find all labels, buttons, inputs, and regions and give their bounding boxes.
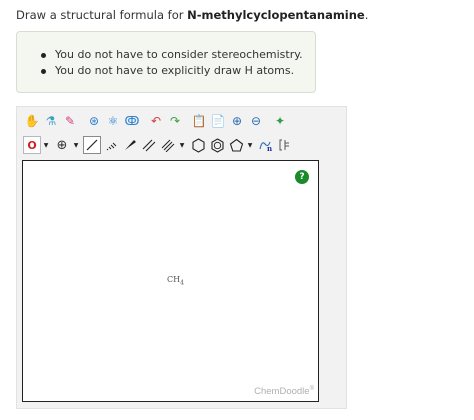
chemdoodle-watermark: ChemDoodle® bbox=[254, 385, 314, 397]
copy-icon[interactable]: 📄 bbox=[209, 112, 227, 130]
bracket-icon[interactable] bbox=[276, 136, 294, 154]
toolbar-row-main: ✋ ⚗ ✎ ⊛ ⚛ ↂ ↶ ↷ 📋 📄 ⊕ ⊖ ✦ bbox=[23, 111, 290, 131]
hint-list: You do not have to consider stereochemis… bbox=[39, 47, 303, 79]
charge-button[interactable]: ⊕ bbox=[53, 136, 71, 154]
triple-bond-icon[interactable] bbox=[159, 136, 177, 154]
hint-item: You do not have to consider stereochemis… bbox=[39, 47, 303, 63]
bond-dropdown-icon[interactable]: ▼ bbox=[178, 136, 186, 154]
zoom-in-icon[interactable]: ⊕ bbox=[228, 112, 246, 130]
chemdoodle-sketcher: ✋ ⚗ ✎ ⊛ ⚛ ↂ ↶ ↷ 📋 📄 ⊕ ⊖ ✦ O ▼ ⊕ ▼ ▼ ▼ n … bbox=[16, 106, 347, 409]
hand-icon[interactable]: ✋ bbox=[23, 112, 41, 130]
hashed-bond-icon[interactable] bbox=[102, 136, 120, 154]
cleanup-3d-icon[interactable]: ↂ bbox=[123, 112, 141, 130]
paste-icon[interactable]: 📋 bbox=[190, 112, 208, 130]
single-bond-icon[interactable] bbox=[83, 136, 101, 154]
atom-label-button[interactable]: O bbox=[23, 136, 41, 154]
atom-dropdown-icon[interactable]: ▼ bbox=[42, 136, 50, 154]
toolbar-row-draw: O ▼ ⊕ ▼ ▼ ▼ n bbox=[23, 135, 295, 155]
cyclohexane-icon[interactable] bbox=[189, 136, 207, 154]
hint-box: You do not have to consider stereochemis… bbox=[16, 31, 316, 93]
center-icon[interactable]: ⊛ bbox=[85, 112, 103, 130]
redo-icon[interactable]: ↷ bbox=[166, 112, 184, 130]
question-prompt: Draw a structural formula for N-methylcy… bbox=[16, 8, 368, 22]
cyclopentane-icon[interactable] bbox=[227, 136, 245, 154]
wedge-bond-icon[interactable] bbox=[121, 136, 139, 154]
zoom-out-icon[interactable]: ⊖ bbox=[247, 112, 265, 130]
question-suffix: . bbox=[364, 8, 369, 22]
drawing-canvas[interactable]: ? CH4 ChemDoodle® bbox=[22, 160, 319, 402]
ring-dropdown-icon[interactable]: ▼ bbox=[246, 136, 254, 154]
clean-icon[interactable]: ⚛ bbox=[104, 112, 122, 130]
svg-text:n: n bbox=[267, 144, 272, 152]
chain-icon[interactable]: n bbox=[257, 136, 275, 154]
compound-name: N-methylcyclopentanamine bbox=[187, 8, 365, 22]
charge-dropdown-icon[interactable]: ▼ bbox=[72, 136, 80, 154]
question-prefix: Draw a structural formula for bbox=[16, 8, 188, 22]
lasso-icon[interactable]: ⚗ bbox=[42, 112, 60, 130]
eraser-icon[interactable]: ✎ bbox=[61, 112, 79, 130]
hint-item: You do not have to explicitly draw H ato… bbox=[39, 63, 303, 79]
double-bond-icon[interactable] bbox=[140, 136, 158, 154]
erase-all-icon[interactable]: ✦ bbox=[271, 112, 289, 130]
undo-icon[interactable]: ↶ bbox=[147, 112, 165, 130]
benzene-icon[interactable] bbox=[208, 136, 226, 154]
help-icon[interactable]: ? bbox=[295, 170, 309, 184]
canvas-atom-label[interactable]: CH4 bbox=[167, 275, 184, 287]
